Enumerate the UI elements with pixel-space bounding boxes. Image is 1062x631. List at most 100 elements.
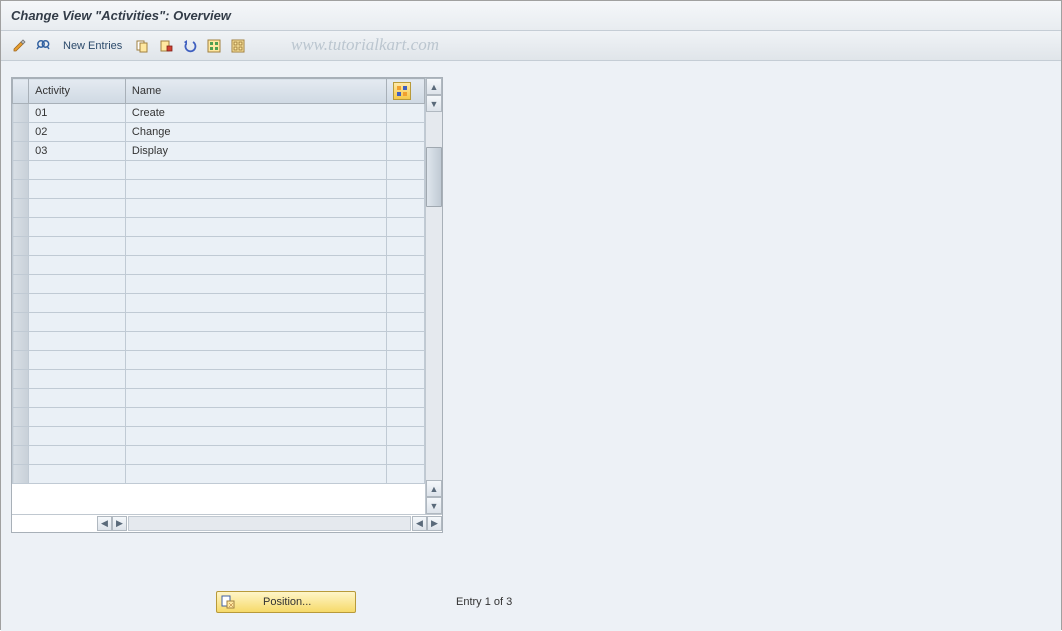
- hscroll-left-icon[interactable]: ◀: [97, 516, 112, 531]
- cell-activity[interactable]: [29, 389, 126, 408]
- cell-name[interactable]: [125, 237, 386, 256]
- cell-name[interactable]: [125, 199, 386, 218]
- row-selector[interactable]: [13, 332, 29, 351]
- row-selector[interactable]: [13, 351, 29, 370]
- column-header-name[interactable]: Name: [125, 79, 386, 104]
- hscroll-track[interactable]: [128, 516, 411, 531]
- hscroll-right-step-icon[interactable]: ▶: [112, 516, 127, 531]
- cell-name[interactable]: [125, 294, 386, 313]
- cell-activity[interactable]: [29, 370, 126, 389]
- table-row[interactable]: [13, 237, 425, 256]
- table-row[interactable]: [13, 180, 425, 199]
- row-selector[interactable]: [13, 180, 29, 199]
- table-row[interactable]: [13, 408, 425, 427]
- column-header-activity[interactable]: Activity: [29, 79, 126, 104]
- table-row[interactable]: [13, 351, 425, 370]
- cell-name[interactable]: [125, 256, 386, 275]
- table-row[interactable]: [13, 218, 425, 237]
- toggle-change-icon[interactable]: [9, 36, 29, 56]
- scroll-track[interactable]: [426, 112, 442, 480]
- table-row[interactable]: [13, 427, 425, 446]
- cell-name[interactable]: [125, 389, 386, 408]
- table-row[interactable]: 01Create: [13, 104, 425, 123]
- cell-name[interactable]: [125, 180, 386, 199]
- position-button[interactable]: Position...: [216, 591, 356, 613]
- row-selector[interactable]: [13, 313, 29, 332]
- cell-name[interactable]: [125, 161, 386, 180]
- cell-name[interactable]: [125, 332, 386, 351]
- table-row[interactable]: 03Display: [13, 142, 425, 161]
- row-selector[interactable]: [13, 199, 29, 218]
- row-selector[interactable]: [13, 218, 29, 237]
- deselect-all-icon[interactable]: [228, 36, 248, 56]
- scroll-up-icon[interactable]: ▲: [426, 78, 442, 95]
- cell-name[interactable]: [125, 218, 386, 237]
- row-selector[interactable]: [13, 275, 29, 294]
- cell-activity[interactable]: [29, 256, 126, 275]
- cell-activity[interactable]: [29, 237, 126, 256]
- cell-name[interactable]: [125, 408, 386, 427]
- table-row[interactable]: [13, 256, 425, 275]
- row-selector[interactable]: [13, 161, 29, 180]
- cell-activity[interactable]: 02: [29, 123, 126, 142]
- cell-activity[interactable]: [29, 294, 126, 313]
- scroll-down-icon[interactable]: ▼: [426, 497, 442, 514]
- table-row[interactable]: 02Change: [13, 123, 425, 142]
- cell-activity[interactable]: [29, 180, 126, 199]
- table-row[interactable]: [13, 199, 425, 218]
- row-selector[interactable]: [13, 370, 29, 389]
- undo-icon[interactable]: [180, 36, 200, 56]
- table-row[interactable]: [13, 161, 425, 180]
- hscroll-right-icon[interactable]: ▶: [427, 516, 442, 531]
- cell-activity[interactable]: [29, 465, 126, 484]
- row-selector[interactable]: [13, 427, 29, 446]
- row-selector[interactable]: [13, 389, 29, 408]
- new-entries-button[interactable]: New Entries: [57, 36, 128, 56]
- table-row[interactable]: [13, 275, 425, 294]
- row-selector[interactable]: [13, 104, 29, 123]
- table-row[interactable]: [13, 446, 425, 465]
- cell-activity[interactable]: [29, 332, 126, 351]
- cell-activity[interactable]: 03: [29, 142, 126, 161]
- row-selector[interactable]: [13, 446, 29, 465]
- cell-name[interactable]: Display: [125, 142, 386, 161]
- cell-name[interactable]: [125, 313, 386, 332]
- table-row[interactable]: [13, 370, 425, 389]
- cell-activity[interactable]: [29, 427, 126, 446]
- row-selector[interactable]: [13, 294, 29, 313]
- row-selector[interactable]: [13, 408, 29, 427]
- table-row[interactable]: [13, 313, 425, 332]
- find-icon[interactable]: [33, 36, 53, 56]
- cell-name[interactable]: Create: [125, 104, 386, 123]
- table-row[interactable]: [13, 465, 425, 484]
- cell-name[interactable]: Change: [125, 123, 386, 142]
- scroll-down-step-icon[interactable]: ▼: [426, 95, 442, 112]
- table-row[interactable]: [13, 332, 425, 351]
- cell-activity[interactable]: 01: [29, 104, 126, 123]
- hscroll-left-step-icon[interactable]: ◀: [412, 516, 427, 531]
- delete-icon[interactable]: [156, 36, 176, 56]
- cell-activity[interactable]: [29, 313, 126, 332]
- table-row[interactable]: [13, 389, 425, 408]
- cell-name[interactable]: [125, 446, 386, 465]
- table-row[interactable]: [13, 294, 425, 313]
- row-selector[interactable]: [13, 237, 29, 256]
- cell-activity[interactable]: [29, 161, 126, 180]
- cell-activity[interactable]: [29, 199, 126, 218]
- cell-name[interactable]: [125, 465, 386, 484]
- cell-name[interactable]: [125, 427, 386, 446]
- cell-name[interactable]: [125, 370, 386, 389]
- row-selector[interactable]: [13, 123, 29, 142]
- row-selector[interactable]: [13, 465, 29, 484]
- cell-activity[interactable]: [29, 351, 126, 370]
- cell-activity[interactable]: [29, 218, 126, 237]
- cell-name[interactable]: [125, 351, 386, 370]
- select-all-icon[interactable]: [204, 36, 224, 56]
- scroll-up-step-icon[interactable]: ▲: [426, 480, 442, 497]
- scroll-thumb[interactable]: [426, 147, 442, 207]
- cell-activity[interactable]: [29, 408, 126, 427]
- copy-icon[interactable]: [132, 36, 152, 56]
- cell-name[interactable]: [125, 275, 386, 294]
- table-settings-icon[interactable]: [393, 82, 411, 100]
- row-selector[interactable]: [13, 142, 29, 161]
